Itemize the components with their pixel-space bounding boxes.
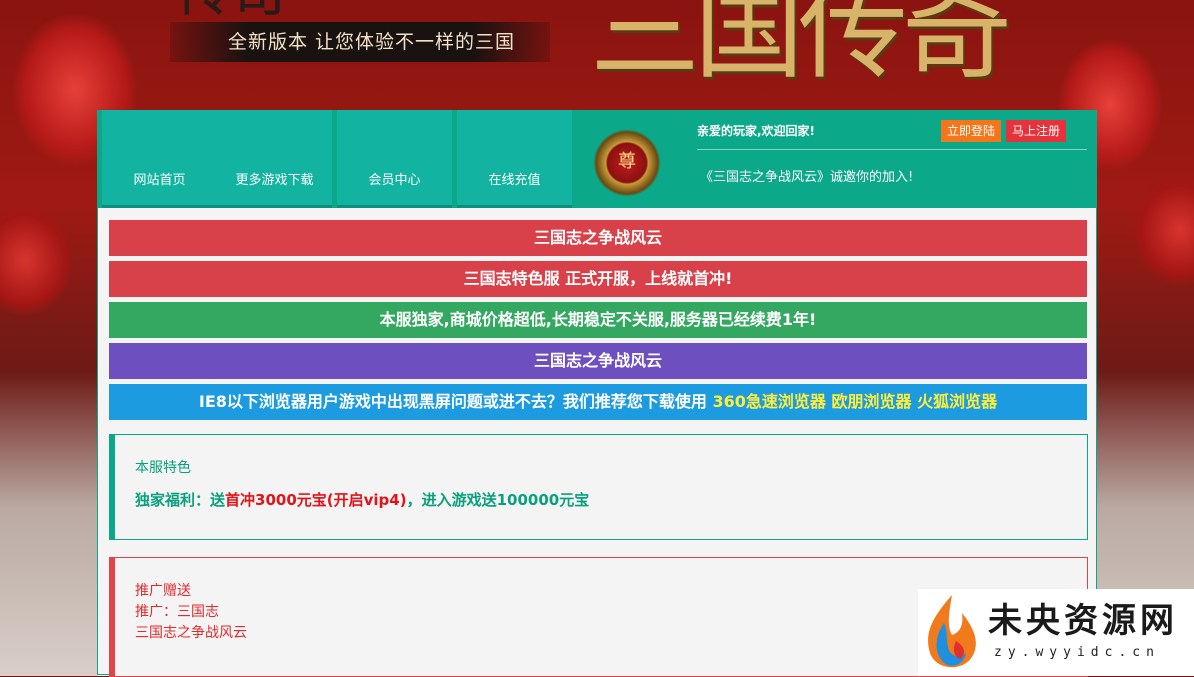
watermark-title: 未央资源网 [988,601,1178,641]
avatar-glyph: 尊 [618,151,636,172]
register-button[interactable]: 马上注册 [1006,120,1066,142]
browser-notice-text: IE8以下浏览器用户游戏中出现黑屏问题或进不去？我们推荐您下载使用 [198,392,707,411]
nav-recharge[interactable]: 在线充值 [457,110,572,208]
banner-title-art: 三国传奇 [590,0,1012,94]
login-button[interactable]: 立即登陆 [941,120,1001,142]
invite-text: 《三国志之争战风云》诚邀你的加入! [700,170,914,185]
top-nav: 网站首页 更多游戏下载 会员中心 在线充值 尊 亲爱的玩家,欢迎回家! 立即登陆… [97,110,1097,208]
vip-badge-avatar: 尊 [591,120,663,198]
nav-game-download[interactable]: 更多游戏下载 [217,110,332,208]
announcement-bar[interactable]: 三国志之争战风云 [109,343,1087,379]
divider [697,149,1087,150]
banner-art-left: 传奇 [175,0,291,20]
browser-link-firefox[interactable]: 火狐浏览器 [917,392,997,411]
watermark-url: zy.wyyidc.cn [994,645,1160,660]
feature-title: 本服特色 [135,460,191,476]
user-panel: 尊 亲爱的玩家,欢迎回家! 立即登陆 马上注册 《三国志之争战风云》诚邀你的加入… [577,110,1097,208]
announcement-bar[interactable]: 三国志之争战风云 [109,220,1087,256]
feature-suffix: ，进入游戏送100000元宝 [406,491,590,509]
promo-title: 推广赠送 [135,583,191,599]
promo-line: 三国志之争战风云 [135,625,247,641]
feature-highlight: 首冲3000元宝(开启vip4) [225,491,407,509]
flame-logo-icon [928,595,976,668]
nav-member-center[interactable]: 会员中心 [337,110,452,208]
browser-link-360[interactable]: 360急速浏览器 [713,392,826,411]
nav-home[interactable]: 网站首页 [102,110,217,208]
watermark: 未央资源网 zy.wyyidc.cn [918,589,1194,676]
banner-slogan: 全新版本 让您体验不一样的三国 [170,22,550,62]
promo-line: 推广：三国志 [135,604,219,620]
announcement-bar[interactable]: 三国志特色服 正式开服，上线就首冲! [109,261,1087,297]
feature-box: 本服特色 独家福利：送首冲3000元宝(开启vip4)，进入游戏送100000元… [109,434,1088,540]
feature-line: 独家福利：送首冲3000元宝(开启vip4)，进入游戏送100000元宝 [135,489,589,510]
browser-notice-bar: IE8以下浏览器用户游戏中出现黑屏问题或进不去？我们推荐您下载使用 360急速浏… [109,384,1087,420]
announcement-bar[interactable]: 本服独家,商城价格超低,长期稳定不关服,服务器已经续费1年! [109,302,1087,338]
browser-link-opera[interactable]: 欧朋浏览器 [831,392,911,411]
feature-prefix: 独家福利：送 [135,491,226,509]
welcome-text: 亲爱的玩家,欢迎回家! [697,124,816,138]
